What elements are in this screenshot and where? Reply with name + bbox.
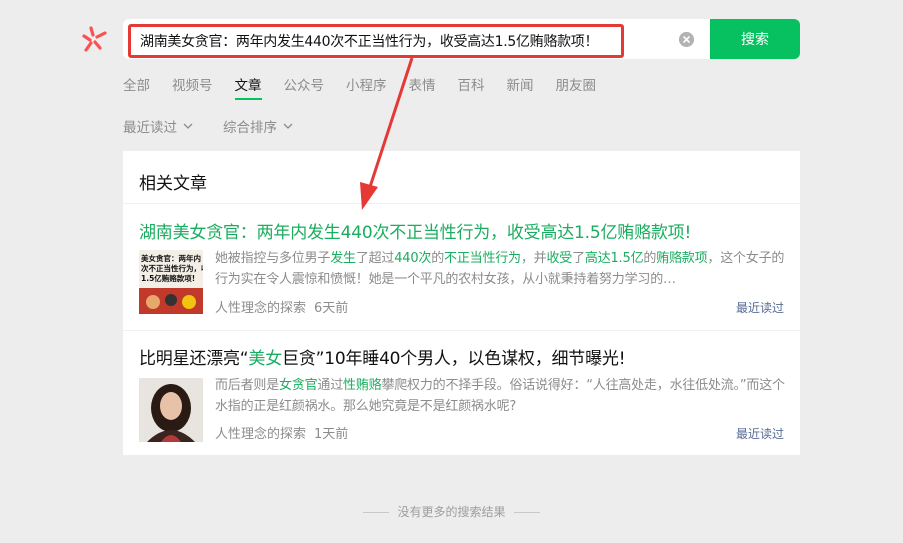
filter-label: 最近读过 [123, 120, 177, 136]
result-thumbnail [139, 378, 203, 442]
tab-news[interactable]: 新闻 [507, 74, 534, 100]
text-segment: 了 [572, 251, 585, 266]
result-item[interactable]: 湖南美女贪官：两年内发生440次不正当性行为，收受高达1.5亿贿赂款项! 美女贪… [123, 204, 800, 330]
text-segment: 的 [643, 251, 657, 266]
thumbnail-text: 次不正当性行为，收 [141, 263, 203, 273]
result-meta: 人性理念的探索 6天前 [215, 297, 348, 316]
result-thumbnail: 美女贪官：两年内 次不正当性行为，收 1.5亿贿赂款项! [139, 250, 203, 314]
search-input[interactable]: 湖南美女贪官：两年内发生440次不正当性行为，收受高达1.5亿贿赂款项！ [140, 31, 598, 51]
filter-bar: 最近读过 综合排序 [123, 116, 323, 136]
filter-label: 综合排序 [223, 120, 277, 136]
result-meta: 人性理念的探索 1天前 [215, 423, 348, 442]
text-segment: 巨贪”10年睡40个男人，以色谋权，细节曝光! [282, 349, 626, 369]
tab-articles[interactable]: 文章 [234, 74, 262, 100]
result-time: 6天前 [314, 301, 349, 316]
keyword-highlight: 440次 [394, 251, 432, 266]
search-button[interactable]: 搜索 [710, 19, 800, 59]
thumbnail-text: 1.5亿贿赂款项! [141, 273, 195, 283]
keyword-highlight: 不正当性行为 [444, 251, 521, 266]
tab-stickers[interactable]: 表情 [409, 74, 436, 100]
tab-all[interactable]: 全部 [123, 74, 150, 100]
tab-encyclopedia[interactable]: 百科 [458, 74, 485, 100]
text-segment: 的 [431, 251, 445, 266]
text-segment: 而后者则是 [215, 378, 280, 393]
keyword-highlight: 收受 [546, 251, 573, 266]
tab-moments[interactable]: 朋友圈 [556, 74, 597, 100]
chevron-down-icon [183, 123, 193, 129]
keyword-highlight: 高达1.5亿 [584, 251, 644, 266]
chevron-down-icon [283, 123, 293, 129]
text-segment: ，并 [520, 251, 547, 266]
wechat-search-logo-icon [82, 26, 107, 52]
filter-sort[interactable]: 综合排序 [223, 116, 293, 136]
section-title: 相关文章 [139, 174, 207, 194]
category-tabs: 全部 视频号 文章 公众号 小程序 表情 百科 新闻 朋友圈 [123, 74, 618, 100]
result-snippet: 而后者则是女贪官通过性贿赂攀爬权力的不择手段。俗话说得好：“人往高处走，水往低处… [215, 375, 785, 417]
keyword-highlight: 性贿赂 [343, 378, 382, 393]
tab-official-accounts[interactable]: 公众号 [284, 74, 325, 100]
no-more-results: 没有更多的搜索结果 [0, 503, 903, 520]
text-segment: 她被指控与多位男子 [215, 251, 331, 266]
result-title[interactable]: 比明星还漂亮“美女巨贪”10年睡40个男人，以色谋权，细节曝光! [139, 344, 626, 369]
result-source[interactable]: 人性理念的探索 [215, 301, 306, 316]
filter-recently-read[interactable]: 最近读过 [123, 116, 193, 136]
text-segment: 比明星还漂亮“ [139, 349, 249, 369]
clear-icon[interactable] [679, 32, 694, 47]
recently-read-badge: 最近读过 [735, 427, 784, 441]
keyword-highlight: 女贪官 [279, 378, 318, 393]
tab-mini-programs[interactable]: 小程序 [346, 74, 387, 100]
results-card: 相关文章 湖南美女贪官：两年内发生440次不正当性行为，收受高达1.5亿贿赂款项… [123, 151, 800, 455]
keyword-highlight: 美女 [248, 349, 283, 369]
result-snippet: 她被指控与多位男子发生了超过440次的不正当性行为，并收受了高达1.5亿的贿赂款… [215, 248, 785, 290]
keyword-highlight: 贿赂款项 [656, 251, 708, 266]
thumbnail-text: 美女贪官：两年内 [141, 253, 201, 263]
tab-channels[interactable]: 视频号 [172, 74, 213, 100]
keyword-highlight: 发生 [330, 251, 356, 266]
result-item[interactable]: 比明星还漂亮“美女巨贪”10年睡40个男人，以色谋权，细节曝光! 而后者则是女贪… [123, 331, 800, 455]
result-source[interactable]: 人性理念的探索 [215, 427, 306, 442]
text-segment: 通过 [317, 378, 344, 393]
text-segment: 了超过 [355, 251, 395, 266]
recently-read-badge: 最近读过 [735, 301, 784, 315]
result-time: 1天前 [314, 427, 349, 442]
result-title[interactable]: 湖南美女贪官：两年内发生440次不正当性行为，收受高达1.5亿贿赂款项! [139, 218, 691, 243]
